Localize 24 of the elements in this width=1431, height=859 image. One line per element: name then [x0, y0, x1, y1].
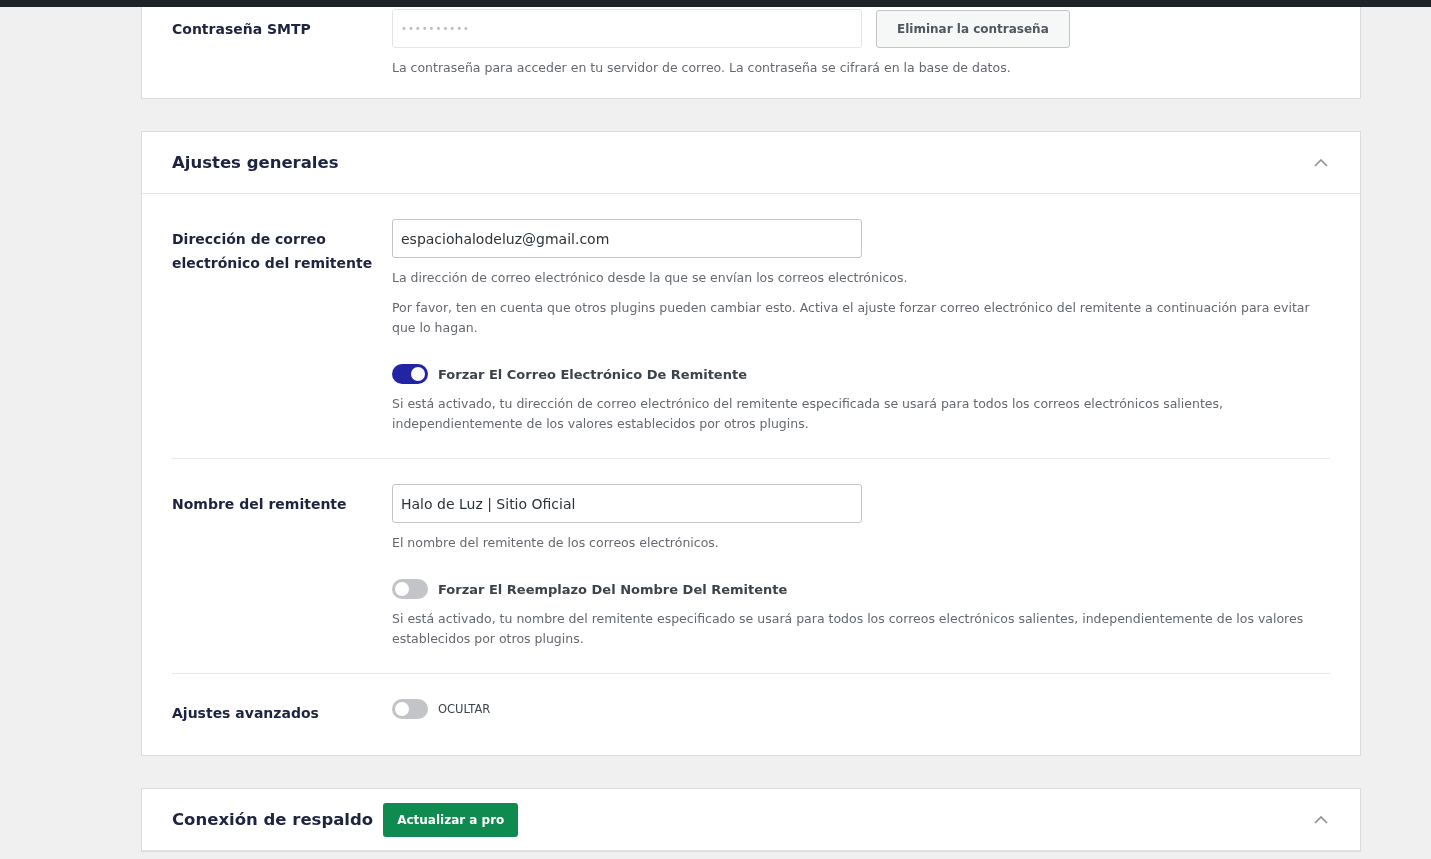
- toggle-switch[interactable]: [392, 579, 428, 599]
- text-field[interactable]: espaciohalodeluz@gmail.com: [392, 219, 862, 258]
- chevron-up-icon[interactable]: [1314, 158, 1328, 167]
- chevron-up-icon[interactable]: [1314, 815, 1328, 824]
- help-text: Si está activado, tu dirección de correo electrónico del remitente especificada se usará para todos los correos electrónicos salientes, independientemente de los valores establecidos por otros plugins.: [392, 395, 1224, 433]
- field-label: Contraseña SMTP: [172, 20, 312, 39]
- toggle-switch[interactable]: [392, 699, 428, 719]
- toggle-label: OCULTAR: [438, 702, 491, 716]
- toggle-label: Forzar El Correo Electrónico De Remitente: [438, 366, 747, 382]
- help-text: El nombre del remitente de los correos electrónicos.: [392, 534, 720, 552]
- help-text: La dirección de correo electrónico desde la que se envían los correos electrónicos.: [392, 269, 909, 287]
- help-text: La contraseña para acceder en tu servidor de correo. La contraseña se cifrará en la base de datos.: [392, 59, 1012, 77]
- toggle-label: Forzar El Reemplazo Del Nombre Del Remitente: [438, 581, 788, 597]
- section-title: Conexión de respaldo: [172, 810, 374, 829]
- help-text: Si está activado, tu nombre del remitente especificado se usará para todos los correos electrónicos salientes, independientemente de los valores establecidos por otros plugins.: [392, 610, 1305, 648]
- toggle-switch[interactable]: [392, 364, 428, 384]
- field-label: Nombre del remitente: [172, 495, 348, 514]
- section-title: Ajustes generales: [172, 153, 339, 172]
- upgrade-button[interactable]: Actualizar a pro: [383, 802, 519, 837]
- field-label: Dirección de correo electrónico del remitente: [172, 230, 374, 273]
- help-text: Por favor, ten en cuenta que otros plugins pueden cambiar esto. Activa el ajuste forzar correo electrónico del remitente a continuación para evitar que lo hagan.: [392, 299, 1311, 337]
- remove-password-button[interactable]: Eliminar la contraseña: [876, 9, 1070, 48]
- text-field[interactable]: Halo de Luz | Sitio Oficial: [392, 484, 862, 523]
- field-label: Ajustes avanzados: [172, 704, 320, 723]
